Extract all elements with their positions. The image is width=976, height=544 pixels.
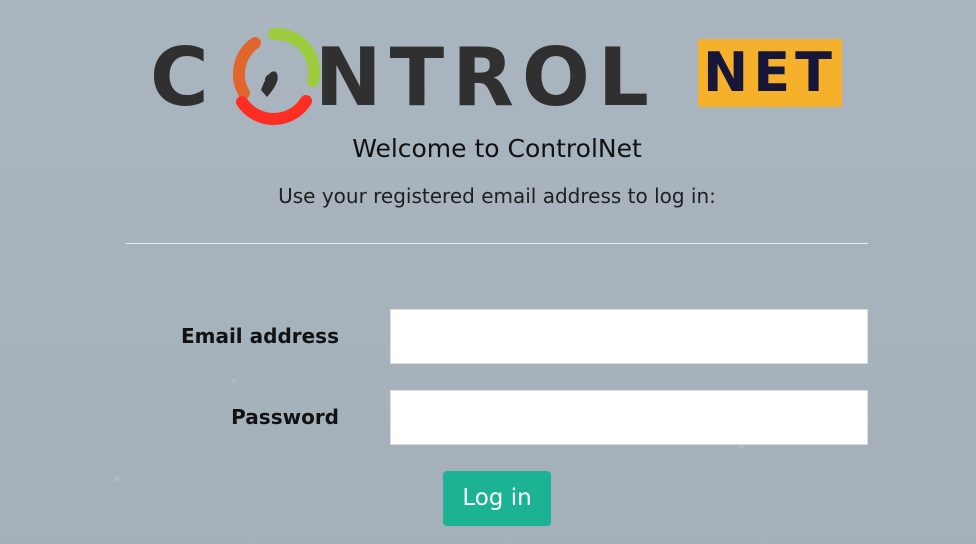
logo-net-badge: NET	[698, 39, 842, 107]
login-instructions: Use your registered email address to log…	[278, 184, 716, 208]
email-input[interactable]	[390, 309, 868, 364]
email-label: Email address	[180, 324, 339, 348]
login-button[interactable]: Log in	[443, 471, 551, 526]
controlnet-logo: C NTROL NET	[150, 20, 842, 128]
password-input[interactable]	[390, 390, 868, 445]
header-divider	[126, 243, 868, 244]
password-label: Password	[231, 405, 339, 429]
welcome-heading: Welcome to ControlNet	[352, 134, 642, 163]
